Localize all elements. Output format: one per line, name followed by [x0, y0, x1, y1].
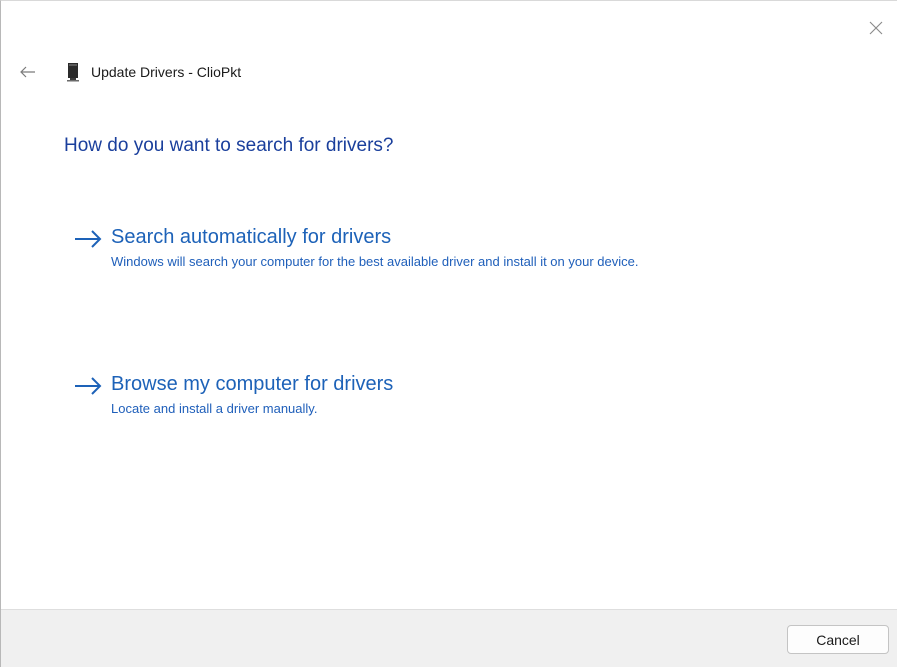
option-title: Browse my computer for drivers [111, 373, 394, 395]
arrow-right-icon [75, 377, 102, 395]
device-icon [67, 63, 79, 82]
arrow-right-icon [75, 230, 102, 248]
cancel-button[interactable]: Cancel [787, 625, 889, 654]
update-drivers-dialog: Update Drivers - ClioPkt How do you want… [0, 0, 897, 667]
close-button[interactable] [861, 13, 891, 43]
page-heading: How do you want to search for drivers? [64, 135, 394, 156]
option-title: Search automatically for drivers [111, 226, 392, 248]
close-icon [869, 21, 883, 35]
back-arrow-icon [20, 66, 35, 78]
dialog-title-row: Update Drivers - ClioPkt [65, 62, 241, 82]
browse-computer-option[interactable]: Browse my computer for drivers Locate an… [73, 371, 751, 418]
dialog-footer: Cancel [1, 609, 897, 667]
back-button[interactable] [15, 59, 41, 85]
search-automatically-option[interactable]: Search automatically for drivers Windows… [73, 224, 751, 271]
option-description: Locate and install a driver manually. [111, 401, 318, 416]
option-description: Windows will search your computer for th… [111, 254, 639, 269]
dialog-title: Update Drivers - ClioPkt [91, 64, 242, 80]
